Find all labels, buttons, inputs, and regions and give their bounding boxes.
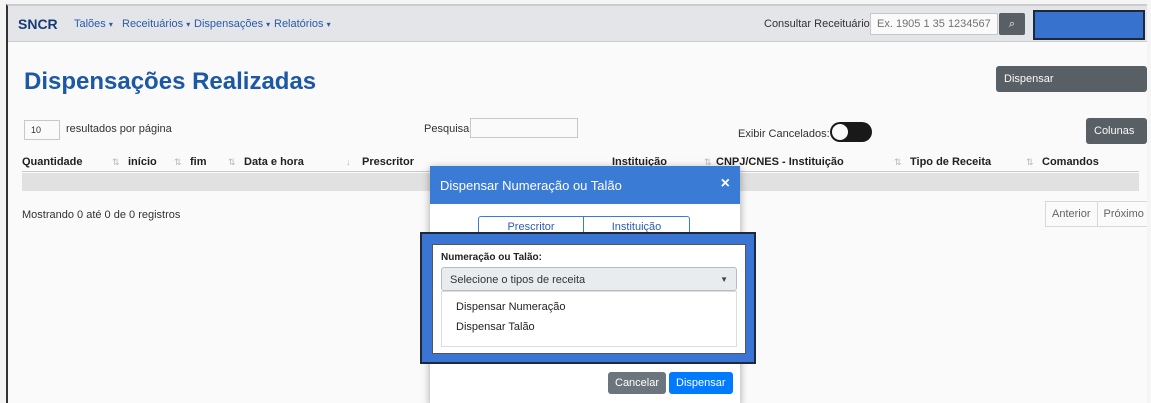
- modal-header: Dispensar Numeração ou Talão ×: [430, 166, 740, 204]
- cancel-button[interactable]: Cancelar: [608, 372, 667, 394]
- field-label: Numeração ou Talão:: [441, 252, 542, 263]
- option-dispensar-talao[interactable]: Dispensar Talão: [456, 321, 535, 333]
- close-icon[interactable]: ×: [721, 175, 730, 193]
- app-window: SNCR Talões ▾ Receituários ▾ Dispensaçõe…: [6, 4, 1147, 403]
- modal-title: Dispensar Numeração ou Talão: [440, 178, 622, 193]
- chevron-down-icon: ▼: [720, 275, 728, 284]
- receipt-type-field: Numeração ou Talão: Selecione o tipos de…: [432, 244, 746, 354]
- highlight-callout: Numeração ou Talão: Selecione o tipos de…: [420, 232, 756, 364]
- option-dispensar-numeracao[interactable]: Dispensar Numeração: [456, 301, 565, 313]
- receipt-type-select[interactable]: Selecione o tipos de receita ▼: [441, 267, 737, 291]
- dropdown-menu: Dispensar Numeração Dispensar Talão: [441, 291, 737, 347]
- confirm-dispense-button[interactable]: Dispensar: [669, 372, 733, 394]
- select-value: Selecione o tipos de receita: [450, 274, 586, 286]
